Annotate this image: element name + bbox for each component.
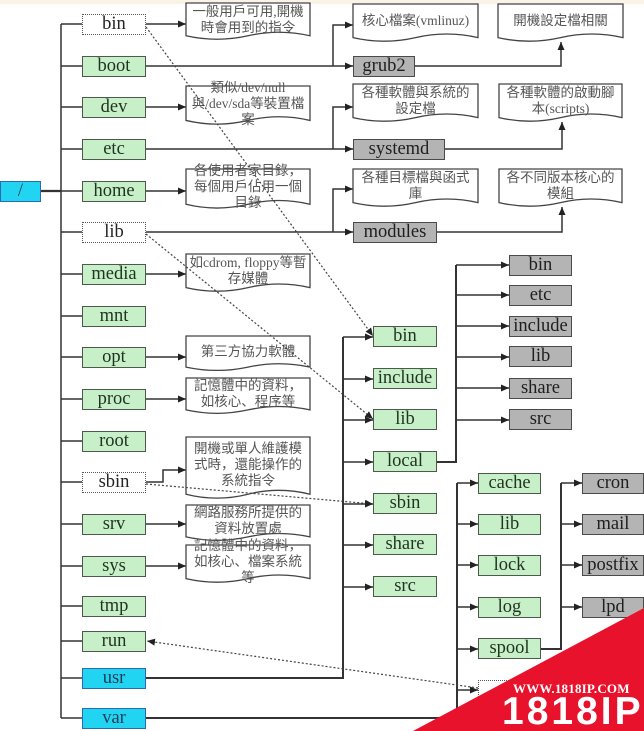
watermark-banner bbox=[413, 608, 644, 731]
filesystem-hierarchy-diagram: / bin boot dev etc home lib media mnt op… bbox=[0, 0, 644, 731]
watermark-brand: 1818IP bbox=[502, 690, 644, 731]
